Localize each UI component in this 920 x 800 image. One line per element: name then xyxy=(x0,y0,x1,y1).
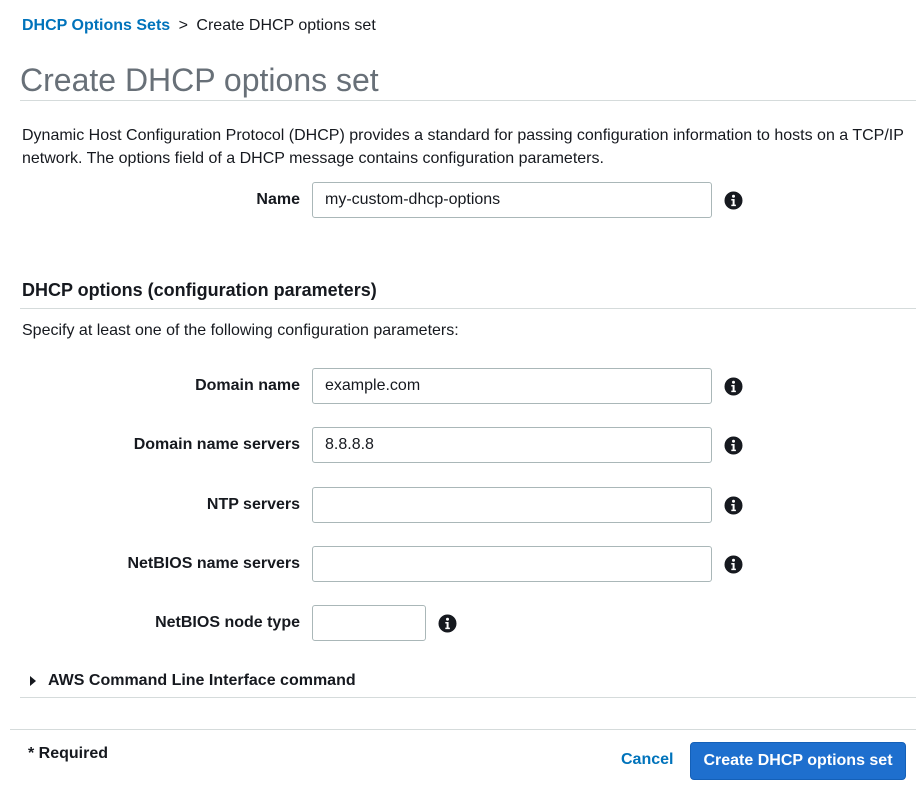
breadcrumb-dhcp-options-sets-link[interactable]: DHCP Options Sets xyxy=(22,17,170,34)
name-label: Name xyxy=(256,191,300,208)
caret-right-icon xyxy=(30,676,36,686)
netbios-name-servers-input[interactable] xyxy=(312,546,712,582)
page-title: Create DHCP options set xyxy=(20,60,916,101)
dhcp-options-section-heading: DHCP options (configuration parameters) xyxy=(20,278,916,309)
name-input[interactable] xyxy=(312,182,712,218)
info-icon[interactable] xyxy=(724,496,743,515)
domain-name-input[interactable] xyxy=(312,368,712,404)
aws-cli-command-expander[interactable]: AWS Command Line Interface command xyxy=(20,665,916,698)
ntp-servers-label: NTP servers xyxy=(206,496,300,513)
ntp-servers-row: NTP servers xyxy=(12,487,743,523)
netbios-node-type-row: NetBIOS node type xyxy=(12,605,457,641)
breadcrumb-current: Create DHCP options set xyxy=(196,17,376,34)
info-icon[interactable] xyxy=(724,191,743,210)
info-icon[interactable] xyxy=(724,436,743,455)
breadcrumb-separator: > xyxy=(178,17,188,34)
footer-divider xyxy=(10,729,916,730)
domain-name-servers-row: Domain name servers xyxy=(12,427,743,463)
netbios-name-servers-label: NetBIOS name servers xyxy=(127,555,300,572)
required-note: * Required xyxy=(28,745,109,762)
domain-name-servers-input[interactable] xyxy=(312,427,712,463)
name-row: Name xyxy=(12,182,743,218)
netbios-name-servers-row: NetBIOS name servers xyxy=(12,546,743,582)
netbios-node-type-input[interactable] xyxy=(312,605,426,641)
domain-name-label: Domain name xyxy=(195,377,300,394)
ntp-servers-input[interactable] xyxy=(312,487,712,523)
info-icon[interactable] xyxy=(724,377,743,396)
netbios-node-type-label: NetBIOS node type xyxy=(155,614,300,631)
domain-name-row: Domain name xyxy=(12,368,743,404)
aws-cli-command-label: AWS Command Line Interface command xyxy=(48,672,356,689)
create-dhcp-options-set-button[interactable]: Create DHCP options set xyxy=(690,742,906,780)
dhcp-options-section-description: Specify at least one of the following co… xyxy=(22,322,459,339)
cancel-button[interactable]: Cancel xyxy=(621,751,673,769)
domain-name-servers-label: Domain name servers xyxy=(133,436,300,453)
breadcrumb: DHCP Options Sets > Create DHCP options … xyxy=(22,17,376,35)
page-description: Dynamic Host Configuration Protocol (DHC… xyxy=(22,127,904,167)
info-icon[interactable] xyxy=(724,555,743,574)
info-icon[interactable] xyxy=(438,614,457,633)
